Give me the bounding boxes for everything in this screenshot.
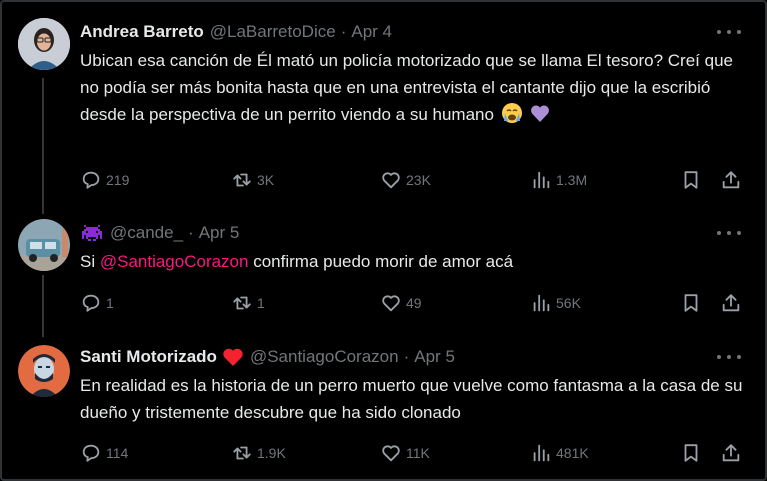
tweet-actions: 219 3K 23K 1.3M [80, 168, 748, 192]
views-button[interactable]: 481K [530, 441, 589, 465]
tweet-date[interactable]: Apr 5 [414, 347, 455, 367]
view-count: 481K [556, 445, 589, 461]
more-options-icon[interactable] [717, 347, 741, 367]
tweet[interactable]: @cande_ · Apr 5 Si @SantiagoCorazon conf… [2, 207, 765, 335]
mention-link[interactable]: @SantiagoCorazon [100, 252, 249, 271]
reply-icon [82, 171, 100, 189]
share-icon [722, 444, 740, 462]
tweet[interactable]: Andrea Barreto @LaBarretoDice · Apr 4 Ub… [2, 2, 765, 207]
tweet-actions: 1 1 49 56K [80, 291, 748, 315]
repost-count: 3K [257, 172, 275, 188]
repost-button[interactable]: 3K [231, 168, 274, 192]
view-count: 56K [556, 295, 581, 311]
red-heart-icon [223, 348, 243, 366]
tweet-header: Andrea Barreto @LaBarretoDice · Apr 4 [80, 20, 392, 44]
repost-count: 1 [257, 295, 265, 311]
reply-button[interactable]: 219 [80, 168, 129, 192]
tweet[interactable]: Santi Motorizado @SantiagoCorazon · Apr … [2, 335, 765, 481]
reply-count: 114 [106, 445, 129, 461]
like-count: 49 [406, 295, 422, 311]
heart-icon [382, 172, 400, 189]
like-count: 11K [406, 445, 430, 461]
repost-button[interactable]: 1.9K [231, 441, 286, 465]
repost-icon [233, 173, 251, 187]
avatar[interactable] [18, 219, 70, 271]
like-button[interactable]: 11K [380, 441, 430, 465]
bookmark-button[interactable] [680, 291, 706, 315]
tweet-text: Si @SantiagoCorazon confirma puedo morir… [80, 248, 750, 275]
like-button[interactable]: 49 [380, 291, 422, 315]
author-handle[interactable]: @SantiagoCorazon [250, 347, 399, 367]
crying-face-icon [501, 103, 522, 123]
author-name[interactable]: Santi Motorizado [80, 347, 217, 367]
like-count: 23K [406, 172, 431, 188]
bookmark-icon [684, 171, 698, 189]
author-handle[interactable]: @cande_ [110, 223, 183, 243]
tweet-text-content: Ubican esa canción de Él mató un policía… [80, 51, 733, 124]
views-chart-icon [533, 294, 550, 312]
bookmark-icon [684, 444, 698, 462]
more-options-icon[interactable] [717, 223, 741, 243]
reply-button[interactable]: 114 [80, 441, 128, 465]
share-button[interactable] [720, 168, 746, 192]
tweet-text: Ubican esa canción de Él mató un policía… [80, 47, 750, 128]
repost-button[interactable]: 1 [231, 291, 265, 315]
heart-icon [382, 445, 400, 462]
heart-icon [382, 295, 400, 312]
repost-count: 1.9K [257, 445, 286, 461]
bookmark-icon [684, 294, 698, 312]
tweet-date[interactable]: Apr 5 [199, 223, 240, 243]
reply-icon [82, 294, 100, 312]
tweet-text-before: Si [80, 252, 100, 271]
views-chart-icon [533, 171, 550, 189]
like-button[interactable]: 23K [380, 168, 431, 192]
tweet-header: @cande_ · Apr 5 [80, 221, 239, 245]
separator-dot: · [340, 22, 347, 41]
share-button[interactable] [720, 441, 746, 465]
reply-button[interactable]: 1 [80, 291, 114, 315]
share-icon [722, 294, 740, 312]
views-button[interactable]: 1.3M [530, 168, 587, 192]
share-icon [722, 171, 740, 189]
tweet-thread: Andrea Barreto @LaBarretoDice · Apr 4 Ub… [0, 0, 767, 481]
more-options-icon[interactable] [717, 22, 741, 42]
views-chart-icon [533, 444, 550, 462]
separator-dot: · [403, 347, 410, 366]
tweet-text-after: confirma puedo morir de amor acá [248, 252, 514, 271]
reply-icon [82, 444, 100, 462]
tweet-text: En realidad es la historia de un perro m… [80, 372, 750, 426]
avatar[interactable] [18, 18, 70, 70]
avatar[interactable] [18, 345, 70, 397]
share-button[interactable] [720, 291, 746, 315]
reply-count: 1 [106, 295, 114, 311]
tweet-date[interactable]: Apr 4 [351, 22, 392, 42]
bookmark-button[interactable] [680, 168, 706, 192]
tweet-text-content: En realidad es la historia de un perro m… [80, 376, 743, 422]
repost-icon [233, 296, 251, 310]
views-button[interactable]: 56K [530, 291, 581, 315]
tweet-header: Santi Motorizado @SantiagoCorazon · Apr … [80, 345, 455, 369]
tweet-actions: 114 1.9K 11K 481K [80, 441, 748, 465]
repost-icon [233, 446, 251, 460]
author-name[interactable]: Andrea Barreto [80, 22, 204, 42]
bookmark-button[interactable] [680, 441, 706, 465]
author-handle[interactable]: @LaBarretoDice [210, 22, 336, 42]
separator-dot: · [188, 223, 194, 242]
space-invader-icon [82, 225, 102, 241]
purple-heart-icon [531, 105, 550, 122]
reply-count: 219 [106, 172, 130, 188]
view-count: 1.3M [556, 172, 588, 188]
